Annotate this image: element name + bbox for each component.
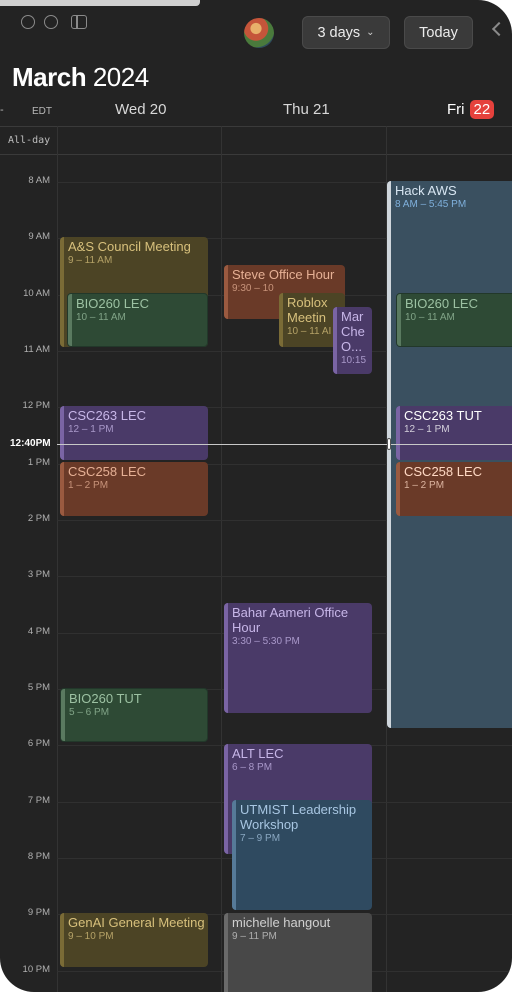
event-time: 3:30 – 5:30 PM: [232, 636, 300, 647]
event-title: michelle hangout: [232, 915, 331, 930]
event-csc263-tut[interactable]: CSC263 TUT 12 – 1 PM: [396, 406, 512, 460]
all-day-divider: [0, 154, 512, 155]
event-time: 9 – 10 PM: [68, 931, 114, 942]
event-time: 10 – 11 AM: [76, 312, 126, 323]
chevron-down-icon: ⌄: [366, 27, 375, 38]
hour-label: 11 AM: [23, 344, 50, 355]
today-button[interactable]: Today: [404, 16, 473, 49]
event-time: 9 – 11 PM: [232, 931, 277, 942]
hour-label: 10 AM: [23, 288, 50, 299]
month-name: March: [12, 62, 87, 92]
event-michelle-hangout[interactable]: michelle hangout 9 – 11 PM: [224, 913, 372, 992]
hour-label: 1 PM: [27, 457, 50, 468]
event-title: Hack AWS: [395, 183, 457, 198]
event-title: CSC258 LEC: [68, 464, 147, 479]
current-time-label: 12:40PM: [10, 438, 51, 449]
event-title: A&S Council Meeting: [68, 239, 191, 254]
scroll-indicator: -: [0, 104, 4, 116]
event-bahar-aameri-office-hour[interactable]: Bahar Aameri Office Hour 3:30 – 5:30 PM: [224, 603, 372, 713]
event-title: CSC258 LEC: [404, 464, 483, 479]
column-divider: [221, 126, 222, 992]
hour-label: 8 AM: [28, 175, 50, 186]
year: 2024: [92, 62, 149, 92]
previous-arrow-icon[interactable]: [491, 21, 507, 37]
event-bio260-lec-fri[interactable]: BIO260 LEC 10 – 11 AM: [396, 293, 512, 347]
current-time-marker: [387, 438, 391, 450]
view-selector-button[interactable]: 3 days ⌄: [302, 16, 390, 49]
event-time: 1 – 2 PM: [404, 480, 445, 491]
event-utmist-leadership-workshop[interactable]: UTMIST Leadership Workshop 7 – 9 PM: [232, 800, 372, 910]
avatar[interactable]: [244, 18, 274, 48]
hour-label: 8 PM: [27, 851, 50, 862]
event-bio260-tut[interactable]: BIO260 TUT 5 – 6 PM: [60, 688, 208, 742]
view-selector-label: 3 days: [317, 24, 361, 41]
event-time: 10:15: [341, 355, 367, 366]
event-time: 6 – 8 PM: [232, 762, 273, 773]
hour-label: 10 PM: [22, 964, 50, 975]
hour-label: 3 PM: [27, 569, 50, 580]
event-genai-general-meeting[interactable]: GenAI General Meeting 9 – 10 PM: [60, 913, 208, 967]
hour-label: 4 PM: [27, 626, 50, 637]
hour-label: 9 PM: [27, 907, 50, 918]
day-header-wed[interactable]: Wed 20: [115, 101, 166, 118]
event-title: ALT LEC: [232, 746, 284, 761]
today-date-badge: 22: [469, 100, 495, 119]
event-title: Steve Office Hour: [232, 267, 335, 282]
event-mar-che-o[interactable]: Mar Che O... 10:15: [333, 307, 372, 374]
event-time: 8 AM – 5:45 PM: [395, 199, 467, 210]
hour-label: 9 AM: [28, 231, 50, 242]
today-button-label: Today: [419, 24, 458, 41]
event-time: 12 – 1 PM: [404, 424, 450, 435]
all-day-label: All-day: [8, 135, 51, 146]
event-title: Mar Che O...: [341, 309, 365, 354]
event-title: UTMIST Leadership Workshop: [240, 802, 357, 832]
current-time-line: [57, 444, 512, 445]
day-header-fri-label: Fri: [447, 101, 465, 118]
window-edge: [0, 0, 200, 6]
timezone-label: EDT: [32, 106, 52, 117]
event-csc258-lec-wed[interactable]: CSC258 LEC 1 – 2 PM: [60, 462, 208, 516]
event-csc258-lec-fri[interactable]: CSC258 LEC 1 – 2 PM: [396, 462, 512, 516]
event-time: 5 – 6 PM: [69, 707, 110, 718]
event-time: 1 – 2 PM: [68, 480, 109, 491]
page-title: March 2024: [12, 62, 149, 93]
day-header-fri[interactable]: Fri 22: [447, 100, 495, 119]
day-header-thu[interactable]: Thu 21: [283, 101, 330, 118]
event-bio260-lec-wed[interactable]: BIO260 LEC 10 – 11 AM: [67, 293, 208, 347]
event-title: BIO260 LEC: [405, 296, 478, 311]
event-title: CSC263 LEC: [68, 408, 147, 423]
event-title: BIO260 TUT: [69, 691, 142, 706]
hour-label: 12 PM: [22, 400, 50, 411]
event-time: 10 – 11 AM: [405, 312, 455, 323]
hour-label: 7 PM: [27, 795, 50, 806]
event-time: 9 – 11 AM: [68, 255, 113, 266]
event-time: 7 – 9 PM: [240, 833, 281, 844]
event-time: 12 – 1 PM: [68, 424, 114, 435]
column-divider: [57, 126, 58, 992]
hour-label: 6 PM: [27, 738, 50, 749]
hour-label: 5 PM: [27, 682, 50, 693]
minimize-window-icon[interactable]: [44, 15, 58, 29]
header-divider: [0, 126, 512, 127]
event-title: GenAI General Meeting: [68, 915, 205, 930]
event-title: Bahar Aameri Office Hour: [232, 605, 349, 635]
event-title: BIO260 LEC: [76, 296, 149, 311]
event-title: CSC263 TUT: [404, 408, 482, 423]
close-window-icon[interactable]: [21, 15, 35, 29]
calendar-window: 3 days ⌄ Today March 2024 - EDT Wed 20 T…: [0, 0, 512, 992]
hour-label: 2 PM: [27, 513, 50, 524]
sidebar-toggle-icon[interactable]: [71, 15, 87, 29]
event-csc263-lec[interactable]: CSC263 LEC 12 – 1 PM: [60, 406, 208, 460]
